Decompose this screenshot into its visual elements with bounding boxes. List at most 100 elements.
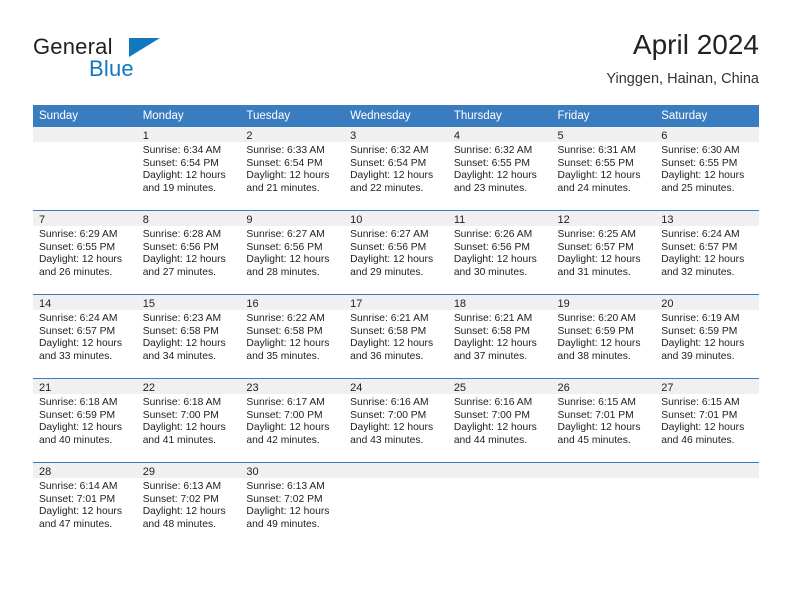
- day-number: 20: [655, 295, 759, 310]
- daylight-text-line1: Daylight: 12 hours: [350, 338, 434, 350]
- sunrise-text: Sunrise: 6:13 AM: [142, 481, 222, 492]
- sunset-text: Sunset: 6:59 PM: [39, 409, 116, 421]
- daylight-text-line2: and 38 minutes.: [557, 350, 631, 362]
- calendar-empty-cell: [447, 462, 552, 546]
- calendar-day-cell[interactable]: 16 Sunrise: 6:22 AM Sunset: 6:58 PM Dayligh…: [240, 294, 345, 379]
- calendar-day-cell[interactable]: 21 Sunrise: 6:18 AM Sunset: 6:59 PM Dayligh…: [33, 378, 137, 463]
- calendar-week-row: 14 Sunrise: 6:24 AM Sunset: 6:57 PM Dayligh…: [33, 294, 759, 379]
- sunrise-text: Sunrise: 6:24 AM: [39, 313, 118, 324]
- calendar-day-cell[interactable]: 24 Sunrise: 6:16 AM Sunset: 7:00 PM Dayligh…: [344, 378, 448, 463]
- calendar-empty-cell: [551, 462, 656, 546]
- sunset-text: Sunset: 6:55 PM: [557, 157, 634, 169]
- sunset-text: Sunset: 7:00 PM: [453, 409, 530, 421]
- day-details: Sunrise: 6:34 AM Sunset: 6:54 PM Daylight:…: [137, 142, 241, 210]
- day-number: [447, 463, 552, 478]
- sunrise-text: Sunrise: 6:30 AM: [661, 145, 740, 156]
- daylight-text-line1: Daylight: 12 hours: [661, 170, 745, 182]
- calendar-day-cell[interactable]: 15 Sunrise: 6:23 AM Sunset: 6:58 PM Dayligh…: [136, 294, 241, 379]
- calendar-day-cell[interactable]: 2 Sunrise: 6:33 AM Sunset: 6:54 PM Daylight…: [240, 127, 345, 211]
- calendar-day-cell[interactable]: 11 Sunrise: 6:26 AM Sunset: 6:56 PM Dayligh…: [447, 210, 552, 295]
- sunset-text: Sunset: 7:02 PM: [142, 493, 219, 505]
- calendar-day-cell[interactable]: 30 Sunrise: 6:13 AM Sunset: 7:02 PM Dayligh…: [240, 462, 345, 546]
- day-details: Sunrise: 6:27 AM Sunset: 6:56 PM Daylight:…: [240, 226, 344, 294]
- daylight-text-line1: Daylight: 12 hours: [661, 254, 745, 266]
- sunrise-text: Sunrise: 6:14 AM: [39, 481, 118, 492]
- calendar-day-cell[interactable]: 14 Sunrise: 6:24 AM Sunset: 6:57 PM Dayligh…: [33, 294, 137, 379]
- daylight-text-line1: Daylight: 12 hours: [557, 170, 641, 182]
- calendar-day-cell[interactable]: 13 Sunrise: 6:24 AM Sunset: 6:57 PM Dayligh…: [655, 210, 759, 295]
- sunrise-text: Sunrise: 6:32 AM: [453, 145, 533, 156]
- sunrise-text: Sunrise: 6:28 AM: [142, 229, 222, 240]
- sunset-text: Sunset: 7:00 PM: [246, 409, 323, 421]
- daylight-text-line1: Daylight: 12 hours: [246, 338, 330, 350]
- day-number: 13: [655, 211, 759, 226]
- daylight-text-line1: Daylight: 12 hours: [453, 170, 537, 182]
- day-number: 5: [551, 127, 656, 142]
- calendar-day-cell[interactable]: 18 Sunrise: 6:21 AM Sunset: 6:58 PM Dayligh…: [447, 294, 552, 379]
- calendar-day-cell[interactable]: 1 Sunrise: 6:34 AM Sunset: 6:54 PM Daylight…: [136, 127, 241, 211]
- day-number: 27: [655, 379, 759, 394]
- logo-text-blue: Blue: [89, 56, 134, 81]
- daylight-text-line1: Daylight: 12 hours: [453, 338, 537, 350]
- day-number: 26: [551, 379, 656, 394]
- daylight-text-line1: Daylight: 12 hours: [142, 254, 226, 266]
- weekday-header-monday: Monday: [136, 105, 241, 127]
- calendar-day-cell[interactable]: 28 Sunrise: 6:14 AM Sunset: 7:01 PM Dayligh…: [33, 462, 137, 546]
- day-details: Sunrise: 6:32 AM Sunset: 6:55 PM Daylight:…: [448, 142, 552, 210]
- calendar-day-cell[interactable]: 12 Sunrise: 6:25 AM Sunset: 6:57 PM Dayligh…: [551, 210, 656, 295]
- day-details: [344, 478, 448, 546]
- calendar-day-cell[interactable]: 10 Sunrise: 6:27 AM Sunset: 6:56 PM Dayligh…: [344, 210, 448, 295]
- calendar-day-cell[interactable]: 20 Sunrise: 6:19 AM Sunset: 6:59 PM Dayligh…: [655, 294, 759, 379]
- day-number: 15: [136, 295, 241, 310]
- calendar-day-cell[interactable]: 19 Sunrise: 6:20 AM Sunset: 6:59 PM Dayligh…: [551, 294, 656, 379]
- day-details: Sunrise: 6:25 AM Sunset: 6:57 PM Daylight:…: [552, 226, 656, 294]
- calendar-day-cell[interactable]: 25 Sunrise: 6:16 AM Sunset: 7:00 PM Dayligh…: [447, 378, 552, 463]
- day-number: 6: [655, 127, 759, 142]
- day-number: 28: [33, 463, 137, 478]
- day-details: Sunrise: 6:28 AM Sunset: 6:56 PM Daylight:…: [137, 226, 241, 294]
- calendar-day-cell[interactable]: 17 Sunrise: 6:21 AM Sunset: 6:58 PM Dayligh…: [344, 294, 448, 379]
- calendar-day-cell[interactable]: 5 Sunrise: 6:31 AM Sunset: 6:55 PM Daylight…: [551, 127, 656, 211]
- sunset-text: Sunset: 6:54 PM: [246, 157, 323, 169]
- weekday-header-thursday: Thursday: [447, 105, 552, 127]
- day-number: 4: [447, 127, 552, 142]
- sunset-text: Sunset: 7:01 PM: [39, 493, 116, 505]
- calendar-day-cell[interactable]: 6 Sunrise: 6:30 AM Sunset: 6:55 PM Daylight…: [655, 127, 759, 211]
- daylight-text-line2: and 33 minutes.: [39, 350, 113, 362]
- page-subtitle: Yinggen, Hainan, China: [606, 71, 759, 87]
- calendar-empty-cell: [344, 462, 448, 546]
- calendar-day-cell[interactable]: 3 Sunrise: 6:32 AM Sunset: 6:54 PM Daylight…: [344, 127, 448, 211]
- calendar-day-cell[interactable]: 27 Sunrise: 6:15 AM Sunset: 7:01 PM Dayligh…: [655, 378, 759, 463]
- calendar-day-cell[interactable]: 7 Sunrise: 6:29 AM Sunset: 6:55 PM Daylight…: [33, 210, 137, 295]
- sunrise-text: Sunrise: 6:33 AM: [246, 145, 325, 156]
- daylight-text-line1: Daylight: 12 hours: [142, 170, 226, 182]
- calendar-day-cell[interactable]: 4 Sunrise: 6:32 AM Sunset: 6:55 PM Daylight…: [447, 127, 552, 211]
- calendar-week-row: 21 Sunrise: 6:18 AM Sunset: 6:59 PM Dayligh…: [33, 378, 759, 463]
- day-details: Sunrise: 6:27 AM Sunset: 6:56 PM Daylight:…: [344, 226, 448, 294]
- calendar-day-cell[interactable]: 26 Sunrise: 6:15 AM Sunset: 7:01 PM Dayligh…: [551, 378, 656, 463]
- sunset-text: Sunset: 6:59 PM: [557, 325, 634, 337]
- day-number: 8: [136, 211, 241, 226]
- day-details: [33, 142, 137, 210]
- day-details: Sunrise: 6:21 AM Sunset: 6:58 PM Daylight:…: [344, 310, 448, 378]
- day-details: Sunrise: 6:21 AM Sunset: 6:58 PM Daylight:…: [448, 310, 552, 378]
- daylight-text-line2: and 48 minutes.: [142, 518, 216, 530]
- calendar-day-cell[interactable]: 22 Sunrise: 6:18 AM Sunset: 7:00 PM Dayligh…: [136, 378, 241, 463]
- day-number: 11: [447, 211, 552, 226]
- calendar-day-cell[interactable]: 8 Sunrise: 6:28 AM Sunset: 6:56 PM Daylight…: [136, 210, 241, 295]
- daylight-text-line1: Daylight: 12 hours: [661, 338, 745, 350]
- day-number: 24: [344, 379, 448, 394]
- general-blue-logo[interactable]: General Blue: [33, 34, 233, 92]
- day-number: [551, 463, 656, 478]
- daylight-text-line2: and 24 minutes.: [557, 182, 631, 194]
- sunrise-text: Sunrise: 6:16 AM: [453, 397, 533, 408]
- sunset-text: Sunset: 7:00 PM: [142, 409, 219, 421]
- page-title: April 2024: [632, 29, 759, 60]
- sunset-text: Sunset: 6:56 PM: [453, 241, 530, 253]
- calendar-day-cell[interactable]: 23 Sunrise: 6:17 AM Sunset: 7:00 PM Dayligh…: [240, 378, 345, 463]
- daylight-text-line1: Daylight: 12 hours: [453, 422, 537, 434]
- calendar-day-cell[interactable]: 9 Sunrise: 6:27 AM Sunset: 6:56 PM Daylight…: [240, 210, 345, 295]
- weekday-header-tuesday: Tuesday: [240, 105, 345, 127]
- calendar-day-cell[interactable]: 29 Sunrise: 6:13 AM Sunset: 7:02 PM Dayligh…: [136, 462, 241, 546]
- daylight-text-line2: and 26 minutes.: [39, 266, 113, 278]
